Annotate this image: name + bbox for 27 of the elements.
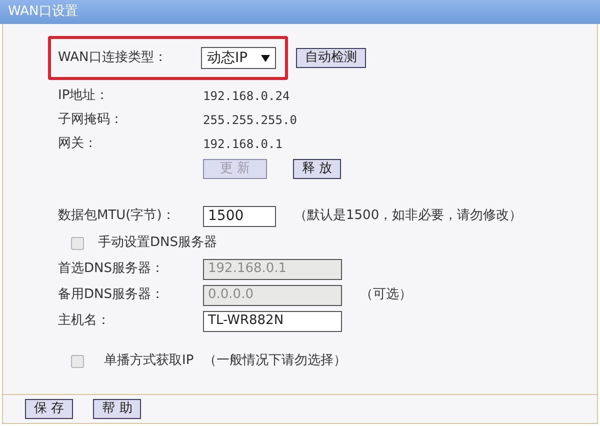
field-label: 首选DNS服务器： [58, 260, 165, 278]
checkbox-label: 手动设置DNS服务器 [98, 234, 217, 252]
field-value: 192.168.0.1 [203, 136, 282, 153]
field-note: （默认是1500，如非必要，请勿修改） [294, 207, 522, 226]
field-label: 子网掩码： [58, 111, 124, 130]
checkbox-label: 单播方式获取IP [104, 352, 194, 370]
auto-detect-button[interactable]: 自动检测 [296, 48, 366, 68]
footer-button[interactable]: 帮 助 [93, 399, 142, 419]
field-label: 网关： [58, 135, 98, 154]
mtu-field[interactable]: 1500 [203, 206, 276, 226]
caret-icon [261, 54, 270, 62]
connection-type-select[interactable]: 动态IP [201, 47, 276, 69]
field-label: 数据包MTU(字节)： [58, 207, 176, 226]
status-button[interactable]: 释 放 [293, 159, 342, 179]
field-note: （一般情况下请勿选择） [204, 352, 347, 370]
window-title: WAN口设置 [8, 3, 78, 22]
field-label: 主机名： [58, 312, 111, 330]
field-note: （可选） [360, 286, 412, 304]
checkbox[interactable] [71, 236, 84, 250]
field-label: IP地址： [58, 87, 110, 106]
field-value: 192.168.0.24 [203, 88, 290, 105]
field-value: 255.255.255.0 [203, 112, 297, 129]
footer-button[interactable]: 保 存 [25, 399, 74, 419]
input-field[interactable]: TL-WR882N [203, 310, 342, 332]
field-label: WAN口连接类型： [58, 49, 168, 68]
field-label: 备用DNS服务器： [58, 286, 165, 304]
checkbox[interactable] [71, 354, 84, 368]
